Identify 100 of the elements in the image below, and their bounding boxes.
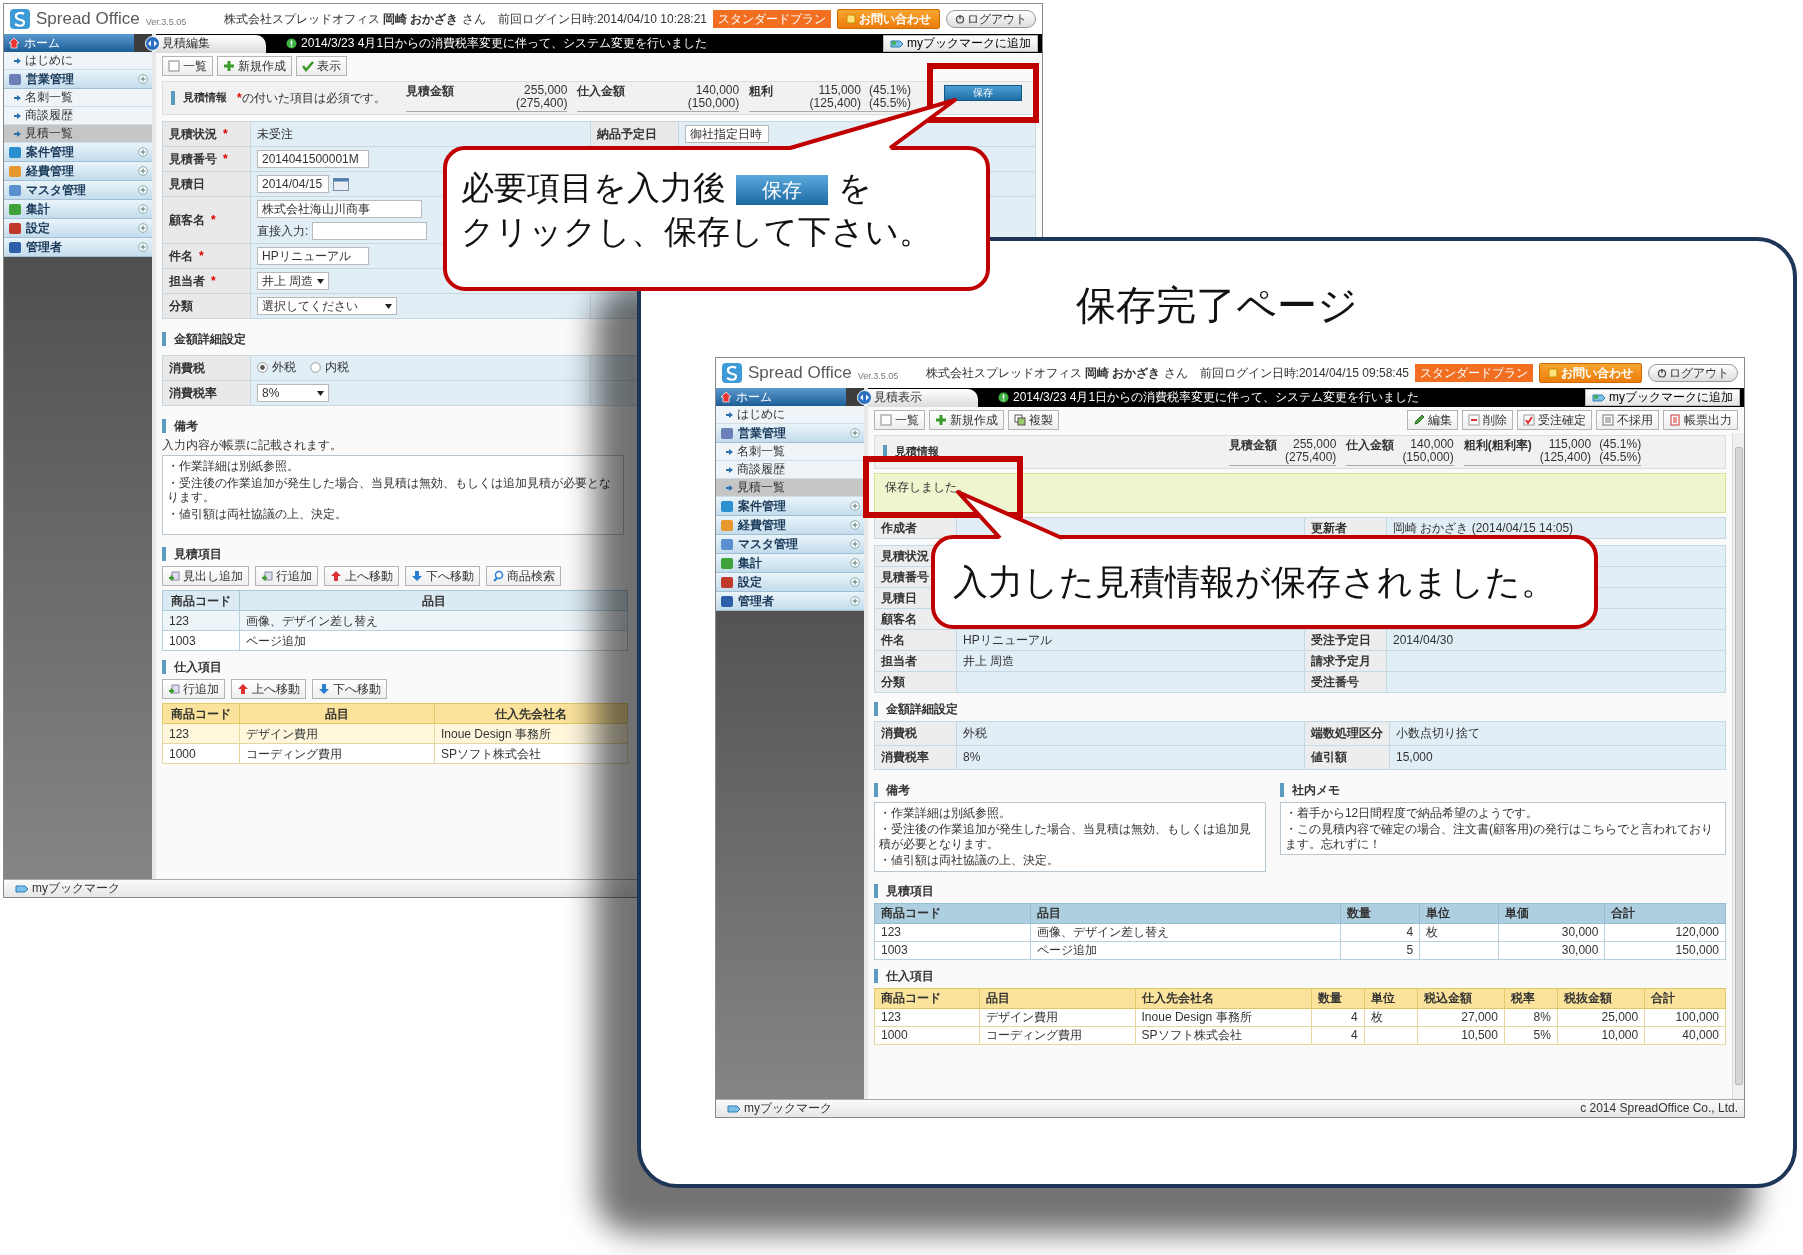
text-field[interactable]: 2014041500001M — [257, 150, 369, 168]
home-tab[interactable]: ホーム — [716, 388, 846, 406]
table-cell: 123 — [162, 723, 240, 744]
add-bookmark-button[interactable]: myブックマークに追加 — [1585, 389, 1740, 406]
sidebar-section[interactable]: 営業管理 — [716, 424, 864, 443]
logout-button[interactable]: ログアウト — [946, 9, 1036, 29]
sidebar-section[interactable]: マスタ管理 — [716, 535, 864, 554]
remarks-field[interactable]: ・作業詳細は別紙参照。 ・受注後の作業追加が発生した場合、当見積は無効、もしくは追加見積が必要となります。 ・値引額は両社協議の上、決定。 — [162, 455, 624, 536]
sidebar-item[interactable]: 商談履歴 — [4, 107, 152, 125]
sidebar-section[interactable]: 設定 — [716, 573, 864, 592]
table-action-button[interactable]: 見出し追加 — [162, 566, 249, 587]
down-arrow-icon — [318, 683, 330, 696]
tile-icon — [720, 594, 734, 608]
up-arrow-icon — [330, 570, 342, 583]
add-bookmark-button[interactable]: myブックマークに追加 — [883, 35, 1038, 52]
column-header: 商品コード — [162, 590, 240, 611]
radio-button[interactable] — [310, 361, 321, 373]
field-label: 顧客名 — [881, 611, 917, 626]
metric-value: 140,000 — [695, 84, 740, 97]
list-icon — [880, 414, 892, 426]
field-label: 担当者 — [881, 653, 917, 668]
scrollbar[interactable] — [1732, 433, 1744, 1099]
section-title: 見積情報 — [171, 91, 227, 105]
arrows-icon[interactable] — [857, 390, 872, 405]
toolbar-button[interactable]: 帳票出力 — [1663, 410, 1738, 430]
field-value: 井上 周造 — [963, 653, 1015, 668]
customer-field[interactable]: 株式会社海山川商事 — [257, 200, 422, 218]
sidebar-section[interactable]: 経費管理 — [4, 162, 152, 181]
bookmark-bar-button[interactable]: myブックマーク — [722, 1098, 837, 1117]
date-field[interactable]: 2014/04/15 — [257, 175, 329, 193]
save-button[interactable]: 保存 — [944, 85, 1022, 101]
logo-text: Spread Office — [36, 8, 140, 30]
sidebar-section[interactable]: 案件管理 — [4, 143, 152, 162]
toolbar-button[interactable]: 一覧 — [162, 56, 213, 76]
sidebar-item[interactable]: 商談履歴 — [716, 461, 864, 479]
logout-button[interactable]: ログアウト — [1648, 363, 1738, 383]
sidebar-section[interactable]: 集計 — [716, 554, 864, 573]
table-action-button[interactable]: 下へ移動 — [405, 566, 480, 587]
toolbar-button[interactable]: 複製 — [1008, 410, 1059, 430]
sidebar-section[interactable]: 経費管理 — [716, 516, 864, 535]
field-label: 見積状況 — [169, 126, 217, 141]
table-action-button[interactable]: 上へ移動 — [231, 679, 306, 700]
required-mark: * — [211, 273, 216, 288]
required-note: の付いた項目は必須です。 — [241, 90, 386, 105]
column-header: 商品コード — [874, 988, 979, 1009]
toolbar-button[interactable]: 新規作成 — [929, 410, 1004, 430]
sidebar-section[interactable]: 営業管理 — [4, 70, 152, 89]
toolbar-button[interactable]: 新規作成 — [217, 56, 292, 76]
sidebar-section[interactable]: 集計 — [4, 200, 152, 219]
sidebar-item[interactable]: 名刺一覧 — [716, 443, 864, 461]
sidebar-item[interactable]: 見積一覧 — [4, 125, 152, 143]
page-tab[interactable]: 見積表示 — [868, 389, 978, 407]
required-mark: * — [223, 151, 228, 166]
plus-icon — [850, 539, 860, 549]
radio-button[interactable] — [257, 361, 268, 373]
sidebar-section[interactable]: 管理者 — [716, 592, 864, 611]
plan-badge: スタンダードプラン — [1415, 363, 1533, 383]
sidebar-item[interactable]: はじめに — [716, 406, 864, 424]
toolbar-button[interactable]: 不採用 — [1596, 410, 1659, 430]
version-text: Ver.3.5.05 — [145, 16, 187, 28]
toolbar-button[interactable]: 編集 — [1407, 410, 1458, 430]
field-value: 岡崎 おかざき (2014/04/15 14:05) — [1393, 520, 1574, 535]
plus-icon — [935, 414, 947, 426]
table-action-button[interactable]: 行追加 — [162, 679, 225, 700]
toolbar-button[interactable]: 表示 — [296, 56, 347, 76]
bookmark-bar-button[interactable]: myブックマーク — [10, 878, 125, 897]
toolbar-button[interactable]: 受注確定 — [1517, 410, 1592, 430]
toolbar-button[interactable]: 一覧 — [874, 410, 925, 430]
logo-icon — [10, 9, 30, 29]
toolbar-button[interactable]: 削除 — [1462, 410, 1513, 430]
sidebar-item[interactable]: はじめに — [4, 52, 152, 70]
check-icon — [302, 60, 314, 72]
calendar-icon[interactable] — [333, 177, 349, 191]
table-action-button[interactable]: 商品検索 — [486, 566, 561, 587]
table-action-button[interactable]: 上へ移動 — [324, 566, 399, 587]
alert-icon — [286, 38, 297, 49]
sidebar-section[interactable]: 管理者 — [4, 238, 152, 257]
metric-subvalue: (275,400) — [1285, 451, 1337, 464]
remarks-line: ・受注後の作業追加が発生した場合、当見積は無効、もしくは追加見積が必要となります。 — [879, 822, 1252, 852]
sidebar-section[interactable]: 案件管理 — [716, 497, 864, 516]
plan-badge: スタンダードプラン — [713, 9, 831, 29]
select-field[interactable]: 8% — [257, 384, 329, 402]
table-cell: ページ追加 — [239, 630, 628, 651]
text-field[interactable] — [312, 222, 428, 240]
arrow-icon — [14, 57, 21, 64]
select-field[interactable]: 選択してください — [257, 297, 397, 315]
page-tab[interactable]: 見積編集 — [156, 35, 266, 53]
arrows-icon[interactable] — [145, 36, 160, 51]
sidebar-section[interactable]: マスタ管理 — [4, 181, 152, 200]
select-field[interactable]: 井上 周造 — [257, 272, 329, 290]
text-field[interactable]: HPリニューアル — [257, 247, 369, 265]
text-field[interactable]: 御社指定日時 — [685, 125, 769, 143]
home-tab[interactable]: ホーム — [4, 34, 134, 52]
table-action-button[interactable]: 行追加 — [255, 566, 318, 587]
sidebar-section[interactable]: 設定 — [4, 219, 152, 238]
table-action-button[interactable]: 下へ移動 — [312, 679, 387, 700]
column-header: 合計 — [1644, 988, 1726, 1009]
remarks-line: ・値引額は両社協議の上、決定。 — [879, 853, 1060, 868]
sidebar-item[interactable]: 見積一覧 — [716, 479, 864, 497]
sidebar-item[interactable]: 名刺一覧 — [4, 89, 152, 107]
